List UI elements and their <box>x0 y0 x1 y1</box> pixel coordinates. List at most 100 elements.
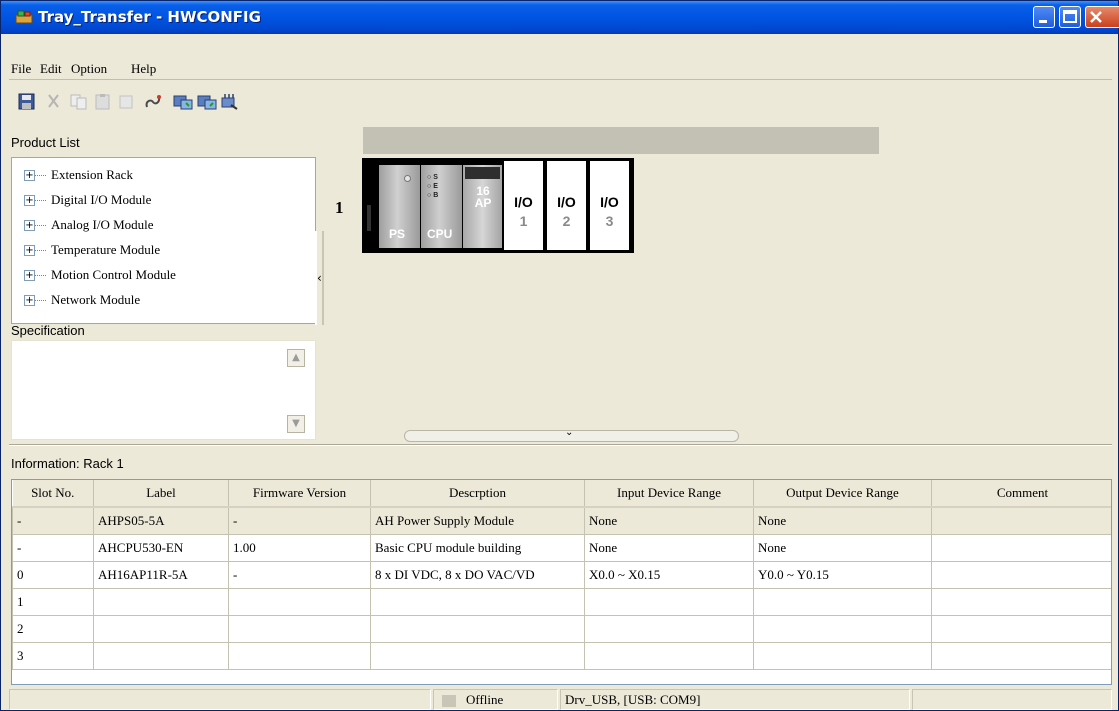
menu-help[interactable]: Help <box>131 61 156 77</box>
chevron-down-icon[interactable]: ⌄ <box>565 427 573 438</box>
led-e: E <box>433 183 438 190</box>
expand-icon[interactable]: + <box>24 295 35 306</box>
cell: None <box>753 506 932 535</box>
col-input-range[interactable]: Input Device Range <box>584 480 754 508</box>
status-cell-right <box>912 689 1112 710</box>
col-comment[interactable]: Comment <box>931 480 1111 508</box>
collapse-arrow-icon[interactable]: ‹ <box>317 271 322 285</box>
slot-io-2[interactable]: I/O 2 <box>546 160 587 251</box>
scroll-down-button[interactable]: ▼ <box>287 415 305 433</box>
cpu-leds: ○ S ○ E ○ B <box>427 174 439 199</box>
cut-icon[interactable] <box>44 93 64 111</box>
menu-file[interactable]: File <box>11 61 31 77</box>
cell: 0 <box>12 560 94 589</box>
cell <box>93 614 229 643</box>
io-label: I/O <box>600 194 619 210</box>
tree-label: Temperature Module <box>51 242 161 257</box>
cell[interactable] <box>931 641 1111 670</box>
menu-bar: File Edit Option Help <box>9 58 1112 78</box>
col-firmware[interactable]: Firmware Version <box>228 480 371 508</box>
table-row[interactable]: 3 <box>12 641 1111 670</box>
cell[interactable] <box>931 560 1111 589</box>
table-row[interactable]: 1 <box>12 587 1111 616</box>
link-icon[interactable] <box>143 93 163 111</box>
status-connection-text: Offline <box>466 692 504 707</box>
col-description[interactable]: Descrption <box>370 480 585 508</box>
cell: 8 x DI VDC, 8 x DO VAC/VD <box>370 560 585 589</box>
cell: AH16AP11R-5A <box>93 560 229 589</box>
table-row[interactable]: 2 <box>12 614 1111 643</box>
table-row[interactable]: - AHPS05-5A - AH Power Supply Module Non… <box>12 506 1111 535</box>
status-bar: Offline Drv_USB, [USB: COM9] <box>9 687 1112 711</box>
expand-icon[interactable]: + <box>24 270 35 281</box>
cell: Y0.0 ~ Y0.15 <box>753 560 932 589</box>
menu-edit[interactable]: Edit <box>40 61 62 77</box>
cell: - <box>228 506 371 535</box>
info-table: Slot No. Label Firmware Version Descrpti… <box>11 479 1112 685</box>
cell[interactable] <box>931 533 1111 562</box>
expand-icon[interactable]: + <box>24 170 35 181</box>
slot-io-3[interactable]: I/O 3 <box>589 160 630 251</box>
paste-icon[interactable] <box>93 93 113 111</box>
expand-icon[interactable]: + <box>24 220 35 231</box>
cell[interactable] <box>931 506 1111 535</box>
tree-label: Digital I/O Module <box>51 192 152 207</box>
copy-icon[interactable] <box>69 93 89 111</box>
col-label[interactable]: Label <box>93 480 229 508</box>
rack-scrollbar[interactable]: ⌄ <box>404 427 739 442</box>
col-output-range[interactable]: Output Device Range <box>753 480 932 508</box>
slot-ap-module[interactable]: 16 AP <box>463 165 502 248</box>
cell: 1 <box>12 587 94 616</box>
io-label: I/O <box>514 194 533 210</box>
cell: 3 <box>12 641 94 670</box>
cell[interactable] <box>931 614 1111 643</box>
scan-icon[interactable] <box>219 93 239 111</box>
expand-icon[interactable]: + <box>24 195 35 206</box>
expand-icon[interactable]: + <box>24 245 35 256</box>
table-row[interactable]: 0 AH16AP11R-5A - 8 x DI VDC, 8 x DO VAC/… <box>12 560 1111 589</box>
minimize-button[interactable] <box>1033 6 1055 28</box>
upload-icon[interactable] <box>173 93 193 111</box>
table-header-row: Slot No. Label Firmware Version Descrpti… <box>12 480 1111 508</box>
cell <box>753 614 932 643</box>
menu-option[interactable]: Option <box>71 61 107 77</box>
cell <box>584 587 754 616</box>
slot-ps[interactable]: PS <box>379 165 420 248</box>
tree-label: Extension Rack <box>51 167 133 182</box>
close-button[interactable] <box>1085 6 1119 28</box>
slot-label: 16 AP <box>474 184 492 210</box>
rack-number: 1 <box>335 198 344 217</box>
col-slot-no[interactable]: Slot No. <box>12 480 94 508</box>
cell: - <box>12 506 94 535</box>
tree-label: Analog I/O Module <box>51 217 154 232</box>
led-s: S <box>433 174 438 181</box>
status-connection: Offline <box>433 689 558 710</box>
tree-connector <box>35 275 46 276</box>
maximize-button[interactable] <box>1059 6 1081 28</box>
cell: None <box>584 506 754 535</box>
slot-cpu[interactable]: ○ S ○ E ○ B CPU <box>421 165 462 248</box>
window-title: Tray_Transfer - HWCONFIG <box>38 8 261 26</box>
specification-header: Specification <box>11 323 85 338</box>
title-bar[interactable]: Tray_Transfer - HWCONFIG <box>1 1 1119 34</box>
cell: AHPS05-5A <box>93 506 229 535</box>
cell: - <box>12 533 94 562</box>
product-list-tree[interactable]: + Extension Rack + Digital I/O Module + … <box>11 157 316 324</box>
delete-icon[interactable] <box>117 93 137 111</box>
cell: AH Power Supply Module <box>370 506 585 535</box>
cell: - <box>228 560 371 589</box>
scroll-up-button[interactable]: ▲ <box>287 349 305 367</box>
tree-connector <box>35 250 46 251</box>
table-row[interactable]: - AHCPU530-EN 1.00 Basic CPU module buil… <box>12 533 1111 562</box>
save-icon[interactable] <box>17 93 37 111</box>
panel-splitter[interactable]: ‹ <box>315 231 324 325</box>
minimize-icon <box>1039 20 1047 23</box>
cell <box>753 641 932 670</box>
app-icon <box>15 10 33 24</box>
download-icon[interactable] <box>197 93 217 111</box>
power-led-icon <box>404 175 411 182</box>
cell[interactable] <box>931 587 1111 616</box>
slot-io-1[interactable]: I/O 1 <box>503 160 544 251</box>
io-number: 2 <box>562 213 571 229</box>
cell <box>584 614 754 643</box>
